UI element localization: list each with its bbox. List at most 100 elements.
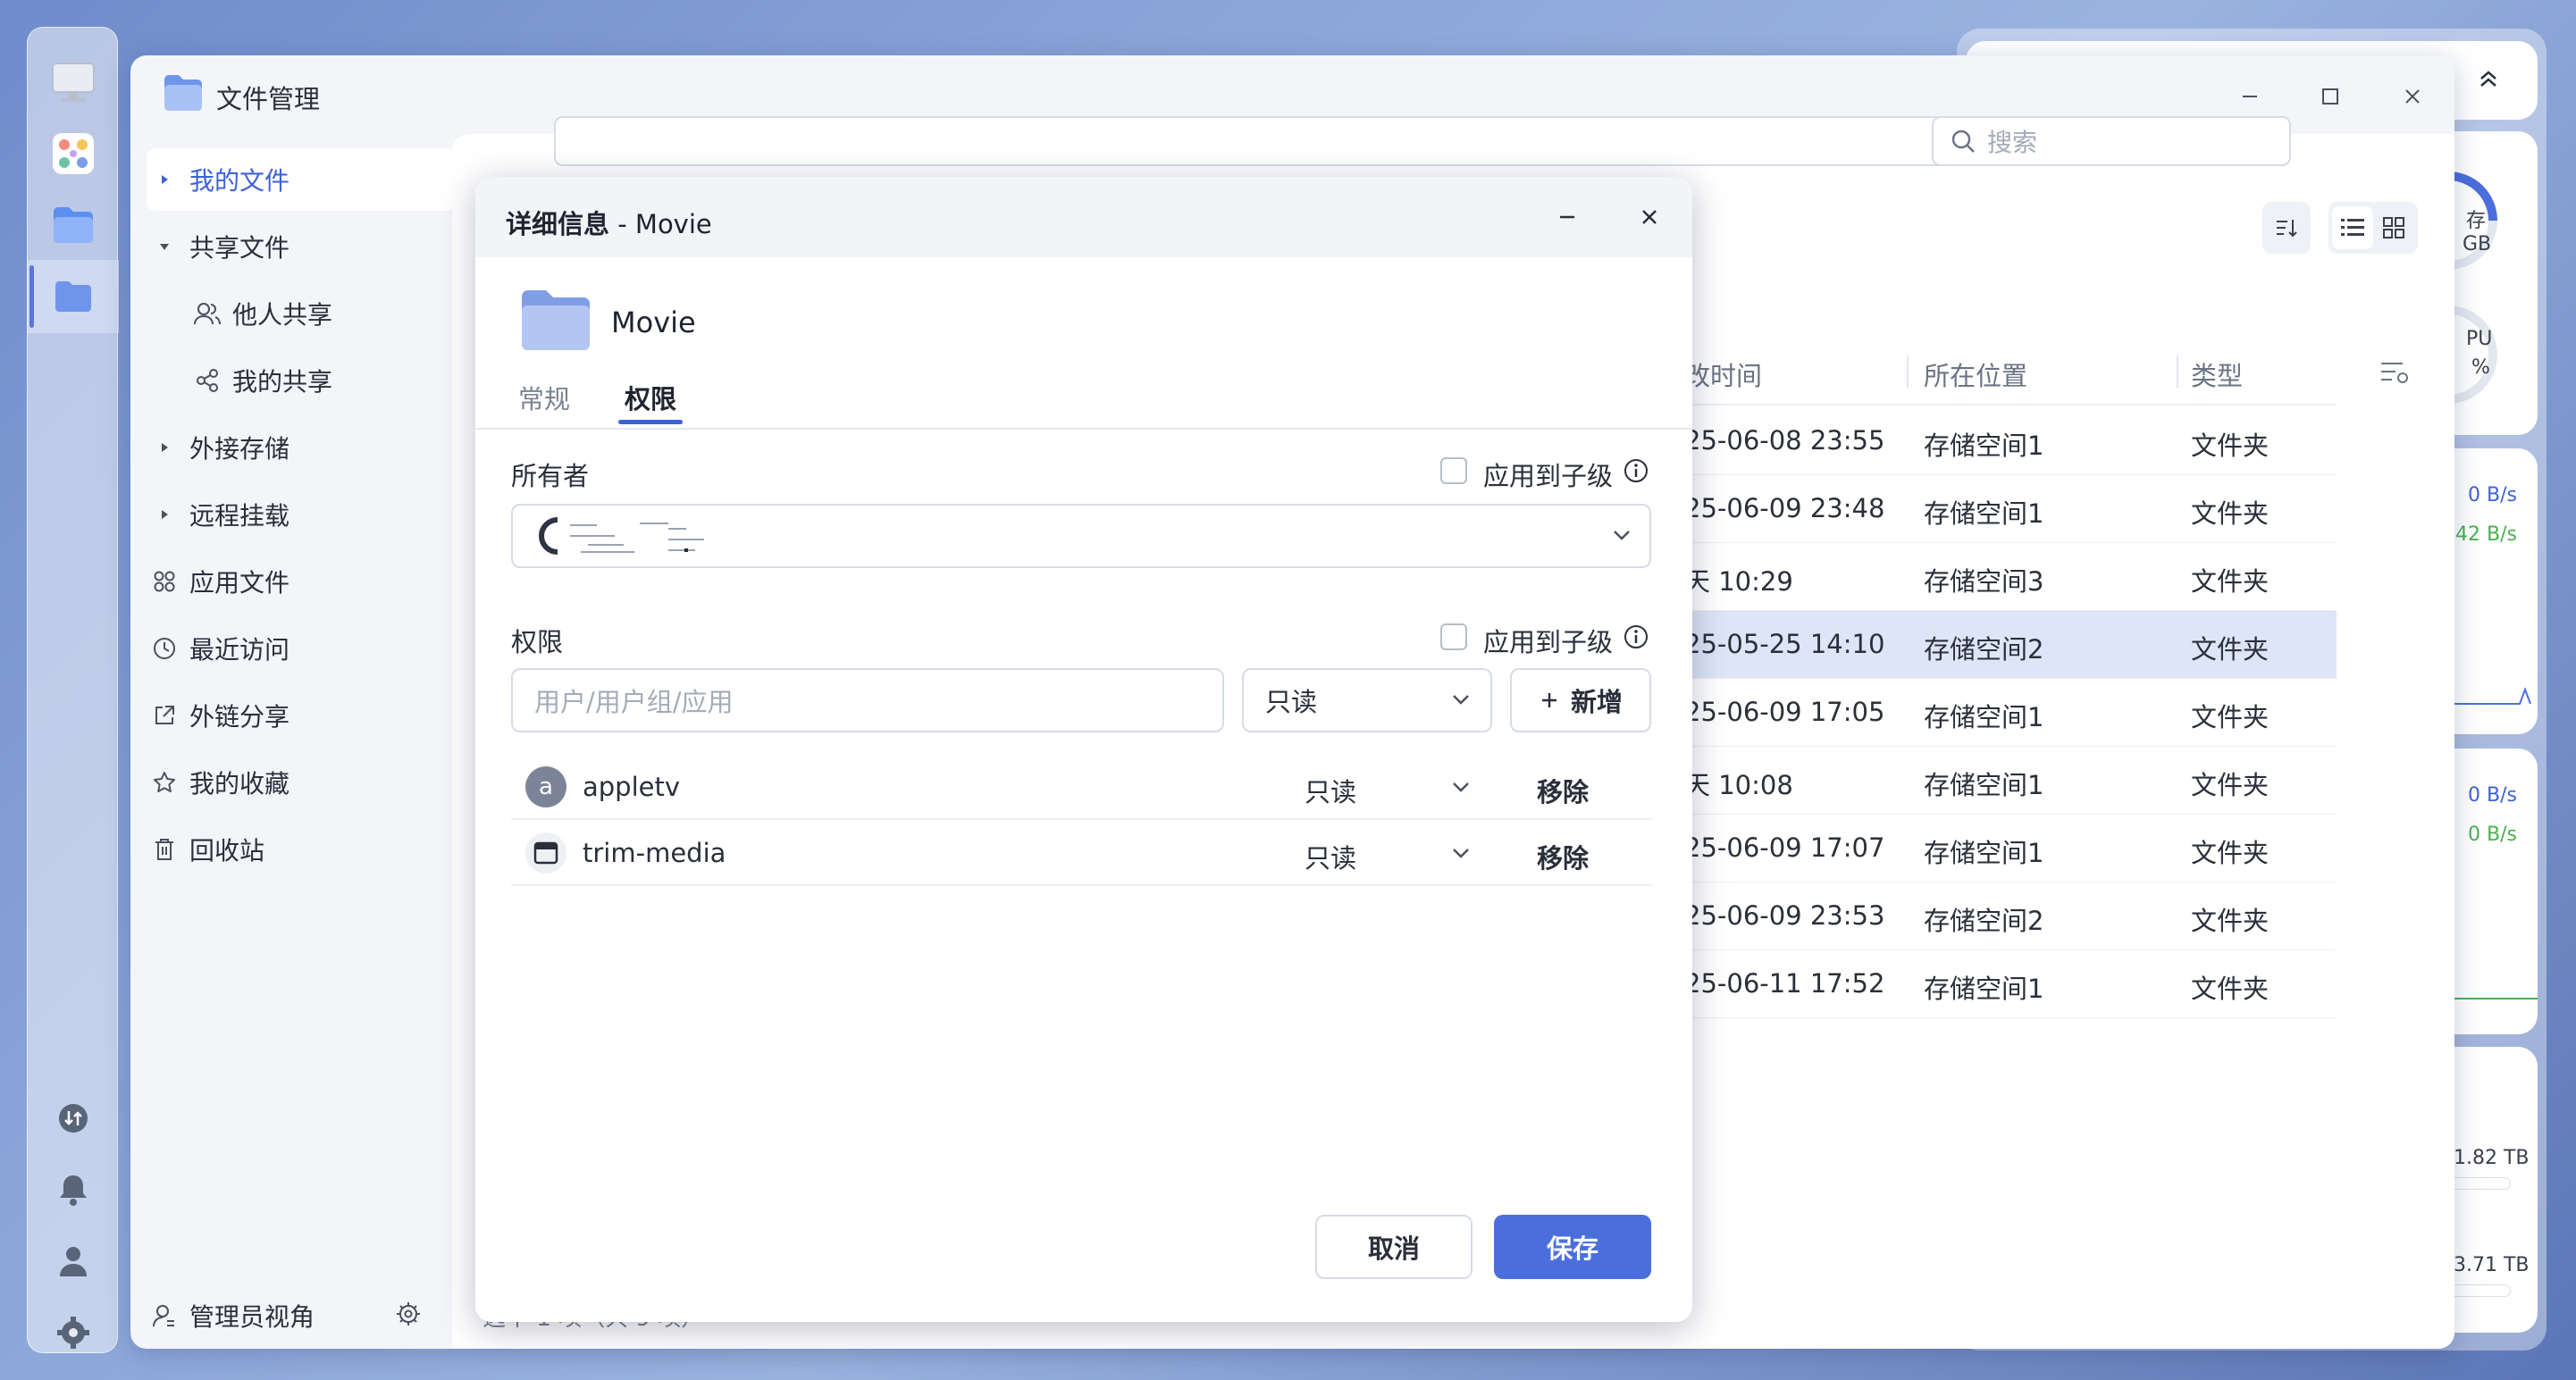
dock-folder-active-icon[interactable] <box>28 260 119 333</box>
grid-view-button[interactable] <box>2373 206 2414 249</box>
sidebar-item-label: 最近访问 <box>189 635 290 665</box>
info-icon[interactable] <box>1623 623 1649 650</box>
remove-permission-button[interactable]: 移除 <box>1537 838 1589 875</box>
sidebar-settings-icon[interactable] <box>395 1301 422 1327</box>
close-icon[interactable] <box>2387 73 2438 120</box>
dock-file-manager-icon[interactable] <box>28 188 119 262</box>
sidebar-item-remote-mount[interactable]: 远程挂载 <box>147 483 454 546</box>
permissions-label: 权限 <box>511 627 564 657</box>
dock-transfer-icon[interactable] <box>28 1082 119 1155</box>
chevron-down-icon[interactable] <box>1447 840 1474 866</box>
admin-view-toggle[interactable]: 管理员视角 <box>147 1284 432 1347</box>
sort-button[interactable] <box>2262 202 2311 254</box>
table-row[interactable]: 25-06-09 17:07 存储空间1 文件夹 <box>1680 815 2337 882</box>
column-header-location[interactable]: 所在位置 <box>1924 355 2027 393</box>
net2-sparkline <box>2448 998 2538 999</box>
cell-type: 文件夹 <box>2191 770 2270 800</box>
cpu-label: PU <box>2466 328 2493 350</box>
cell-location: 存储空间2 <box>1924 634 2044 665</box>
table-row[interactable]: 25-06-09 23:48 存储空间1 文件夹 <box>1680 475 2337 543</box>
list-view-button[interactable] <box>2332 206 2373 249</box>
column-header-type[interactable]: 类型 <box>2191 355 2243 393</box>
sidebar-item-shared-with-me[interactable]: 他人共享 <box>189 282 454 345</box>
sidebar-item-recycle-bin[interactable]: 回收站 <box>147 818 454 881</box>
dock-monitor-icon[interactable] <box>28 46 119 119</box>
dock-bell-icon[interactable] <box>28 1153 119 1226</box>
dialog-close-icon[interactable] <box>1624 195 1674 239</box>
table-row[interactable]: 25-06-08 23:55 存储空间1 文件夹 <box>1680 407 2337 475</box>
cell-type: 文件夹 <box>2191 431 2270 461</box>
details-dialog: 详细信息 - Movie Movie 常规 权限 所有者 应用到子级 权限 应用… <box>475 177 1692 1322</box>
permission-level[interactable]: 只读 <box>1305 838 1356 875</box>
external-share-icon <box>147 698 182 733</box>
table-row[interactable]: 25-06-11 17:52 存储空间1 文件夹 <box>1680 950 2337 1018</box>
add-permission-label: 新增 <box>1570 687 1623 717</box>
chevron-down-icon <box>1453 695 1469 705</box>
owner-apply-children-checkbox[interactable] <box>1440 457 1467 484</box>
cell-type: 文件夹 <box>2191 838 2270 868</box>
sidebar-item-recent[interactable]: 最近访问 <box>147 617 454 680</box>
star-icon <box>147 765 182 800</box>
chevron-down-icon <box>1614 531 1630 540</box>
column-header-modified[interactable]: 改时间 <box>1684 355 1762 393</box>
collapse-up-icon[interactable] <box>2477 68 2500 91</box>
tab-permissions[interactable]: 权限 <box>625 379 676 416</box>
folder-name: Movie <box>611 305 696 339</box>
dock-settings-icon[interactable] <box>28 1296 119 1369</box>
permission-level[interactable]: 只读 <box>1305 772 1356 809</box>
table-row[interactable]: 天 10:29 存储空间3 文件夹 <box>1680 543 2337 611</box>
table-row[interactable]: 25-06-09 23:53 存储空间2 文件夹 <box>1680 882 2337 950</box>
table-row[interactable]: 天 10:08 存储空间1 文件夹 <box>1680 747 2337 815</box>
table-row[interactable]: 25-06-09 17:05 存储空间1 文件夹 <box>1680 679 2337 747</box>
remove-permission-button[interactable]: 移除 <box>1537 772 1589 809</box>
header-divider <box>1680 404 2337 406</box>
tab-general[interactable]: 常规 <box>518 379 570 416</box>
storage2-capacity: 3.71 TB <box>2454 1254 2530 1276</box>
sidebar-item-external-storage[interactable]: 外接存储 <box>147 416 454 479</box>
sidebar-item-my-shares[interactable]: 我的共享 <box>189 349 454 412</box>
permission-entity-name: trim-media <box>583 838 726 868</box>
memory-label: 存 <box>2466 210 2487 232</box>
owner-select[interactable] <box>511 504 1651 568</box>
cell-modified: 25-06-09 23:48 <box>1684 493 1885 523</box>
dialog-minimize-icon[interactable] <box>1542 195 1592 239</box>
admin-view-label: 管理员视角 <box>189 1302 315 1332</box>
sidebar-item-app-files[interactable]: 应用文件 <box>147 550 454 613</box>
minimize-icon[interactable] <box>2225 73 2275 120</box>
permission-level-value: 只读 <box>1265 687 1318 717</box>
sidebar-item-label: 我的共享 <box>232 367 333 397</box>
cancel-button[interactable]: 取消 <box>1315 1215 1473 1279</box>
save-button[interactable]: 保存 <box>1494 1215 1651 1279</box>
column-divider <box>2177 355 2178 388</box>
sidebar-item-label: 我的收藏 <box>189 769 290 799</box>
column-settings-icon[interactable] <box>2379 359 2410 386</box>
sidebar-item-external-links[interactable]: 外链分享 <box>147 684 454 747</box>
maximize-icon[interactable] <box>2305 73 2355 120</box>
info-icon[interactable] <box>1623 457 1649 484</box>
add-permission-button[interactable]: 新增 <box>1510 668 1651 732</box>
plus-icon <box>1541 693 1557 707</box>
dock-user-icon[interactable] <box>28 1225 119 1298</box>
users-icon <box>189 296 225 331</box>
search-placeholder: 搜索 <box>1987 128 2038 157</box>
cell-modified: 25-06-09 17:07 <box>1684 832 1885 863</box>
column-divider <box>1907 355 1909 388</box>
caret-right-icon <box>147 497 182 532</box>
cell-location: 存储空间2 <box>1924 906 2044 936</box>
user-group-app-input[interactable]: 用户/用户组/应用 <box>511 668 1224 732</box>
cpu-value: % <box>2471 356 2490 379</box>
sidebar-item-shared-files[interactable]: 共享文件 <box>147 215 454 278</box>
permissions-apply-children-checkbox[interactable] <box>1440 623 1467 650</box>
share-nodes-icon <box>189 363 225 398</box>
sidebar-item-label: 外链分享 <box>189 702 290 732</box>
sidebar-item-label: 他人共享 <box>232 300 333 330</box>
sidebar-item-favorites[interactable]: 我的收藏 <box>147 751 454 814</box>
dock-app-center-icon[interactable] <box>28 117 119 190</box>
search-input[interactable]: 搜索 <box>1932 116 2291 166</box>
chevron-down-icon[interactable] <box>1447 774 1474 800</box>
folder-icon <box>520 288 592 352</box>
table-row-selected[interactable]: 25-05-25 14:10 存储空间2 文件夹 <box>1680 611 2337 679</box>
cell-type: 文件夹 <box>2191 498 2270 529</box>
address-bar[interactable] <box>554 116 2042 166</box>
sidebar-item-my-files[interactable]: 我的文件 <box>147 148 454 211</box>
